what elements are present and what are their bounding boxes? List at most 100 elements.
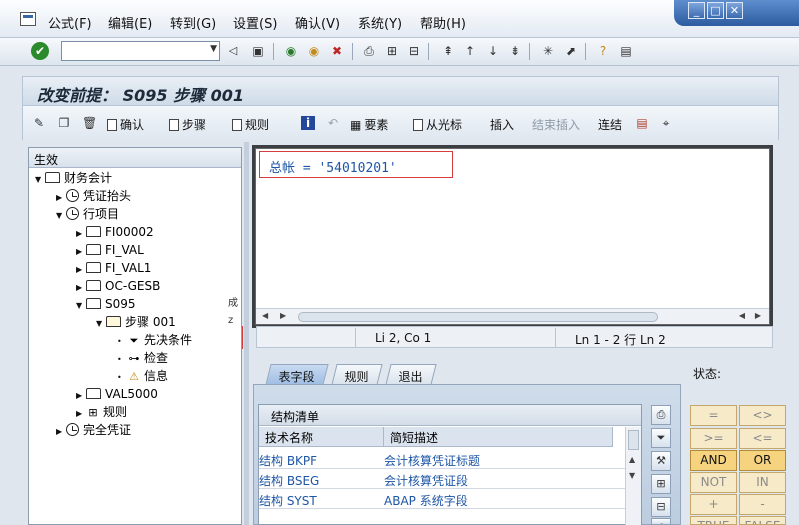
menu-edit[interactable]: 编辑(E): [108, 13, 152, 32]
op-in-button[interactable]: IN: [739, 472, 786, 493]
op-minus-button[interactable]: -: [739, 494, 786, 515]
menu-help[interactable]: 帮助(H): [420, 13, 466, 32]
close-icon[interactable]: ✕: [726, 2, 743, 19]
scroll-down-icon[interactable]: ▼: [629, 471, 635, 480]
op-less-equal-button[interactable]: <=: [739, 428, 786, 449]
chevron-down-icon[interactable]: ▼: [210, 44, 217, 54]
find-next-icon[interactable]: ⊟: [406, 43, 422, 59]
op-plus-button[interactable]: +: [690, 494, 737, 515]
side-filter-icon[interactable]: ⏷: [651, 428, 671, 448]
vertical-scrollbar[interactable]: ▲ ▼: [625, 427, 641, 525]
tree-node-rules[interactable]: ▶ ⊞ 规则: [76, 403, 127, 421]
layout-icon[interactable]: ▤: [635, 116, 649, 130]
minimize-icon[interactable]: _: [688, 2, 705, 19]
element-button[interactable]: ▦ 要素: [350, 116, 388, 133]
op-and-button[interactable]: AND: [690, 450, 737, 471]
previous-page-icon[interactable]: ↑: [462, 43, 478, 59]
tab-table-fields[interactable]: 表字段: [265, 364, 329, 385]
tree-node-check[interactable]: • ⊶ 检查: [117, 349, 168, 367]
expanded-icon[interactable]: ▼: [35, 171, 45, 189]
table-row[interactable]: 结构 BSEG 会计核算凭证段: [259, 469, 625, 489]
sap-window-menu-icon[interactable]: [20, 12, 36, 26]
expanded-icon[interactable]: ▼: [96, 315, 106, 333]
scroll-thumb[interactable]: [628, 430, 639, 450]
layout-settings-icon[interactable]: ▤: [618, 43, 634, 59]
scroll-thumb[interactable]: [298, 312, 658, 322]
scroll-left-icon[interactable]: ◀: [739, 311, 745, 320]
tab-exits[interactable]: 退出: [385, 364, 437, 385]
op-not-equal-button[interactable]: <>: [739, 405, 786, 426]
table-row[interactable]: 结构 BKPF 会计核算凭证标题: [259, 449, 625, 469]
menu-goto[interactable]: 转到(G): [170, 13, 216, 32]
op-not-button[interactable]: NOT: [690, 472, 737, 493]
side-print-icon[interactable]: ⎙: [651, 405, 671, 425]
copy-icon[interactable]: ❐: [57, 116, 71, 130]
rule-button[interactable]: 规则: [232, 116, 269, 133]
column-header-short-desc[interactable]: 简短描述: [384, 427, 613, 447]
tree-node-financial-accounting[interactable]: ▼ 财务会计: [35, 169, 112, 187]
side-find-next-icon[interactable]: ⊟: [651, 497, 671, 517]
tree-node-document-header[interactable]: ▶ 凭证抬头: [56, 187, 131, 205]
tree-node-fi-val1[interactable]: ▶ FI_VAL1: [76, 259, 151, 277]
expanded-icon[interactable]: ▼: [76, 297, 86, 315]
side-find-icon[interactable]: ⊞: [651, 474, 671, 494]
first-page-icon[interactable]: ⇞: [440, 43, 456, 59]
back-arrow-icon[interactable]: ◁: [225, 43, 241, 59]
next-page-icon[interactable]: ↓: [485, 43, 501, 59]
side-tools-icon[interactable]: ⚒: [651, 451, 671, 471]
save-icon[interactable]: ▣: [250, 43, 266, 59]
confirm-button[interactable]: 确认: [107, 116, 144, 133]
tree-node-fi00002[interactable]: ▶ FI00002: [76, 223, 154, 241]
maximize-icon[interactable]: □: [707, 2, 724, 19]
delete-icon[interactable]: 🗑: [82, 116, 97, 130]
end-insert-button[interactable]: 结束插入: [532, 116, 580, 133]
op-greater-equal-button[interactable]: >=: [690, 428, 737, 449]
op-or-button[interactable]: OR: [739, 450, 786, 471]
create-session-icon[interactable]: ✳: [540, 43, 556, 59]
menu-settings[interactable]: 设置(S): [233, 13, 277, 32]
formula-editor[interactable]: 总帐 = '54010201' ◀ ▶ ◀ ▶: [255, 148, 770, 325]
help-icon[interactable]: ?: [595, 43, 611, 59]
menu-confirm[interactable]: 确认(V): [295, 13, 340, 32]
tree-node-complete-document[interactable]: ▶ 完全凭证: [56, 421, 131, 439]
link-button[interactable]: 连结: [598, 116, 622, 133]
edit-pencil-icon[interactable]: ✎: [32, 116, 46, 130]
tree-node-line-items[interactable]: ▼ 行项目: [56, 205, 119, 223]
tree-node-fi-val[interactable]: ▶ FI_VAL: [76, 241, 144, 259]
tree-node-step-001[interactable]: ▼ 步骤 001: [96, 313, 176, 331]
tree-node-val5000[interactable]: ▶ VAL5000: [76, 385, 158, 403]
column-header-tech-name[interactable]: 技术名称: [259, 427, 384, 447]
insert-button[interactable]: 插入: [490, 116, 514, 133]
step-button[interactable]: 步骤: [169, 116, 206, 133]
panel-splitter[interactable]: [244, 142, 249, 525]
side-back-icon[interactable]: ↶: [651, 518, 671, 525]
command-field[interactable]: ▼: [61, 41, 220, 61]
print-icon[interactable]: ⎙: [361, 43, 377, 59]
last-page-icon[interactable]: ⇟: [507, 43, 523, 59]
menu-formula[interactable]: 公式(F): [48, 13, 92, 32]
horizontal-scrollbar[interactable]: ◀ ▶ ◀ ▶: [256, 308, 769, 324]
undo-icon[interactable]: ↶: [326, 116, 340, 130]
exit-icon[interactable]: ◉: [306, 43, 322, 59]
menu-system[interactable]: 系统(Y): [358, 13, 402, 32]
tree-node-precondition[interactable]: • ⏷ 先决条件: [117, 331, 192, 349]
cancel-icon[interactable]: ✖: [329, 43, 345, 59]
op-true-button[interactable]: TRUE: [690, 516, 737, 525]
op-equal-button[interactable]: =: [690, 405, 737, 426]
expanded-icon[interactable]: ▼: [56, 207, 66, 225]
find-icon[interactable]: ⊞: [384, 43, 400, 59]
shortcut-icon[interactable]: ⬈: [563, 43, 579, 59]
tree-node-message[interactable]: • ⚠ 信息: [117, 367, 168, 385]
op-false-button[interactable]: FALSE: [739, 516, 786, 525]
scroll-right-icon[interactable]: ▶: [755, 311, 761, 320]
collapsed-icon[interactable]: ▶: [56, 423, 66, 441]
table-row[interactable]: 结构 SYST ABAP 系统字段: [259, 489, 625, 509]
scroll-left-icon[interactable]: ◀: [262, 311, 268, 320]
info-icon[interactable]: i: [301, 116, 315, 130]
back-icon[interactable]: ◉: [283, 43, 299, 59]
tree-node-oc-gesb[interactable]: ▶ OC-GESB: [76, 277, 160, 295]
tree-node-s095[interactable]: ▼ S095: [76, 295, 136, 313]
hierarchy-icon[interactable]: ⌖: [659, 116, 673, 130]
from-cursor-button[interactable]: 从光标: [413, 116, 462, 133]
scroll-right-icon[interactable]: ▶: [280, 311, 286, 320]
